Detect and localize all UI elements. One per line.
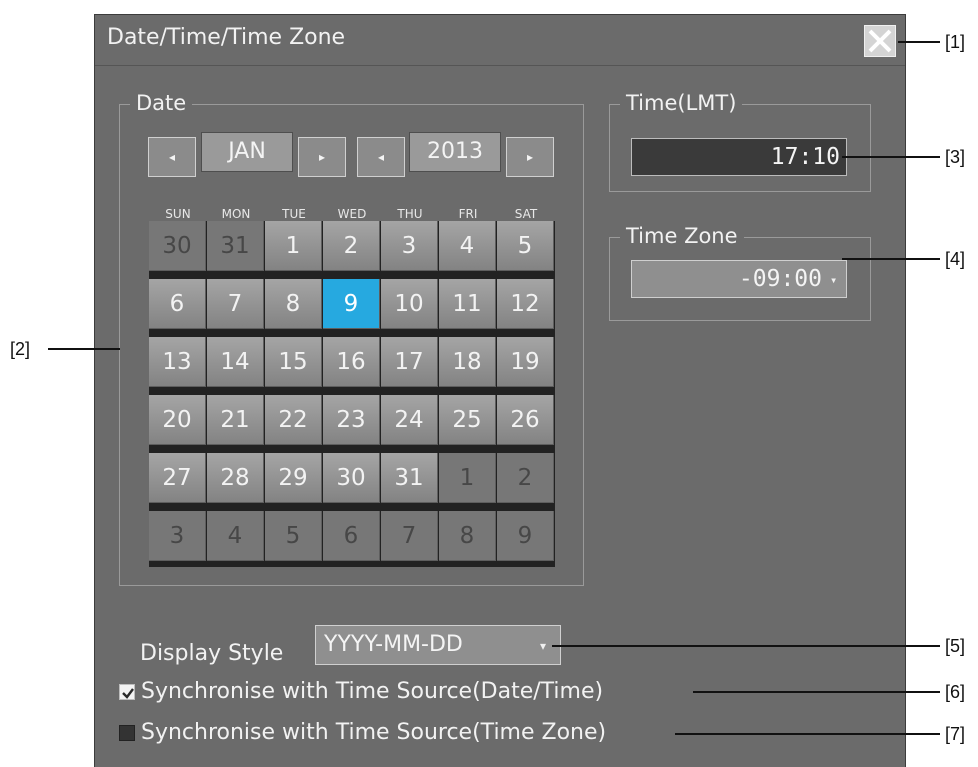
weekday-label: THU bbox=[397, 207, 423, 221]
time-zone-dropdown[interactable]: -09:00 ▾ bbox=[631, 260, 847, 298]
checkbox-checked-icon bbox=[119, 684, 135, 700]
weekday-label: SAT bbox=[514, 207, 538, 221]
calendar-day[interactable]: 23 bbox=[323, 395, 380, 445]
callout-label-4: [4] bbox=[945, 249, 966, 269]
chevron-down-icon: ▾ bbox=[830, 273, 838, 287]
calendar-day[interactable]: 4 bbox=[439, 221, 496, 271]
calendar-day[interactable]: 7 bbox=[207, 279, 264, 329]
weekday-label: FRI bbox=[458, 207, 478, 221]
sync-datetime-label: Synchronise with Time Source(Date/Time) bbox=[141, 679, 604, 704]
callout-line-4 bbox=[842, 258, 940, 260]
year-field[interactable]: 2013 bbox=[409, 132, 501, 172]
calendar-day[interactable]: 14 bbox=[207, 337, 264, 387]
calendar-day[interactable]: 31 bbox=[381, 453, 438, 503]
callout-label-3: [3] bbox=[945, 147, 966, 167]
sync-datetime-checkbox[interactable]: Synchronise with Time Source(Date/Time) bbox=[119, 679, 603, 704]
checkmark-icon bbox=[122, 688, 134, 699]
callout-label-2: [2] bbox=[10, 339, 31, 359]
callout-line-7 bbox=[675, 733, 940, 735]
calendar-day[interactable]: 30 bbox=[323, 453, 380, 503]
weekday-label: SUN bbox=[165, 207, 191, 221]
calendar-day[interactable]: 20 bbox=[149, 395, 206, 445]
callout-line-6 bbox=[693, 691, 940, 693]
calendar-day-other-month: 8 bbox=[439, 511, 496, 561]
calendar-day-other-month: 4 bbox=[207, 511, 264, 561]
year-next-button[interactable]: ▸ bbox=[506, 137, 554, 177]
calendar-day[interactable]: 26 bbox=[497, 395, 554, 445]
time-group-label: Time(LMT) bbox=[620, 89, 743, 117]
calendar-day-other-month: 9 bbox=[497, 511, 554, 561]
weekday-label: TUE bbox=[282, 207, 306, 221]
display-style-label: Display Style bbox=[140, 641, 284, 666]
close-button[interactable] bbox=[864, 25, 896, 57]
chevron-down-icon: ▾ bbox=[540, 639, 547, 653]
calendar-day[interactable]: 10 bbox=[381, 279, 438, 329]
month-next-button[interactable]: ▸ bbox=[298, 137, 346, 177]
calendar-day[interactable]: 28 bbox=[207, 453, 264, 503]
time-zone-value: -09:00 bbox=[738, 266, 822, 292]
calendar-day[interactable]: 29 bbox=[265, 453, 322, 503]
callout-label-7: [7] bbox=[945, 724, 966, 744]
calendar-day-other-month: 6 bbox=[323, 511, 380, 561]
calendar-day[interactable]: 1 bbox=[265, 221, 322, 271]
calendar-day-other-month: 7 bbox=[381, 511, 438, 561]
calendar-day[interactable]: 17 bbox=[381, 337, 438, 387]
callout-label-6: [6] bbox=[945, 682, 966, 702]
close-icon bbox=[868, 29, 892, 53]
calendar-day[interactable]: 8 bbox=[265, 279, 322, 329]
calendar-day[interactable]: 13 bbox=[149, 337, 206, 387]
checkbox-unchecked-icon bbox=[119, 725, 135, 741]
callout-line-1 bbox=[898, 41, 940, 43]
sync-zone-checkbox[interactable]: Synchronise with Time Source(Time Zone) bbox=[119, 720, 606, 745]
weekday-label: MON bbox=[221, 207, 251, 221]
calendar-day[interactable]: 24 bbox=[381, 395, 438, 445]
calendar-day[interactable]: 6 bbox=[149, 279, 206, 329]
calendar-day-other-month: 30 bbox=[149, 221, 206, 271]
callout-line-5 bbox=[552, 645, 940, 647]
year-prev-button[interactable]: ◂ bbox=[357, 137, 405, 177]
calendar-day[interactable]: 2 bbox=[323, 221, 380, 271]
title-bar: Date/Time/Time Zone bbox=[95, 15, 905, 66]
display-style-dropdown[interactable]: YYYY-MM-DD ▾ bbox=[315, 625, 561, 665]
dialog-title: Date/Time/Time Zone bbox=[107, 25, 346, 50]
sync-zone-label: Synchronise with Time Source(Time Zone) bbox=[141, 720, 607, 745]
calendar-day[interactable]: 21 bbox=[207, 395, 264, 445]
calendar-day[interactable]: 11 bbox=[439, 279, 496, 329]
calendar-day[interactable]: 27 bbox=[149, 453, 206, 503]
weekday-label: WED bbox=[337, 207, 367, 221]
date-time-dialog: Date/Time/Time Zone Date ◂ JAN ▸ ◂ 2013 … bbox=[94, 14, 906, 767]
date-group-label: Date bbox=[130, 89, 193, 117]
calendar-day[interactable]: 3 bbox=[381, 221, 438, 271]
calendar-grid: 30 31 1 2 3 4 5 6 7 8 9 10 11 12 13 14 15 16 17 18 19 20 21 22 2… bbox=[149, 221, 555, 567]
calendar-day[interactable]: 25 bbox=[439, 395, 496, 445]
month-prev-button[interactable]: ◂ bbox=[148, 137, 196, 177]
calendar-day[interactable]: 16 bbox=[323, 337, 380, 387]
calendar-day[interactable]: 15 bbox=[265, 337, 322, 387]
calendar-day[interactable]: 18 bbox=[439, 337, 496, 387]
callout-line-2 bbox=[48, 348, 120, 350]
month-field[interactable]: JAN bbox=[201, 132, 293, 172]
calendar-day-other-month: 5 bbox=[265, 511, 322, 561]
calendar-day-other-month: 1 bbox=[439, 453, 496, 503]
time-input[interactable]: 17:10 bbox=[631, 138, 847, 176]
calendar-day-selected[interactable]: 9 bbox=[323, 279, 380, 329]
calendar-day[interactable]: 22 bbox=[265, 395, 322, 445]
calendar-day[interactable]: 12 bbox=[497, 279, 554, 329]
calendar-day[interactable]: 5 bbox=[497, 221, 554, 271]
display-style-value: YYYY-MM-DD bbox=[324, 632, 463, 657]
callout-line-3 bbox=[842, 156, 940, 158]
callout-label-5: [5] bbox=[945, 636, 966, 656]
calendar-day[interactable]: 19 bbox=[497, 337, 554, 387]
calendar-day-other-month: 2 bbox=[497, 453, 554, 503]
calendar-day-other-month: 31 bbox=[207, 221, 264, 271]
calendar-day-other-month: 3 bbox=[149, 511, 206, 561]
callout-label-1: [1] bbox=[945, 32, 966, 52]
zone-group-label: Time Zone bbox=[620, 222, 744, 250]
